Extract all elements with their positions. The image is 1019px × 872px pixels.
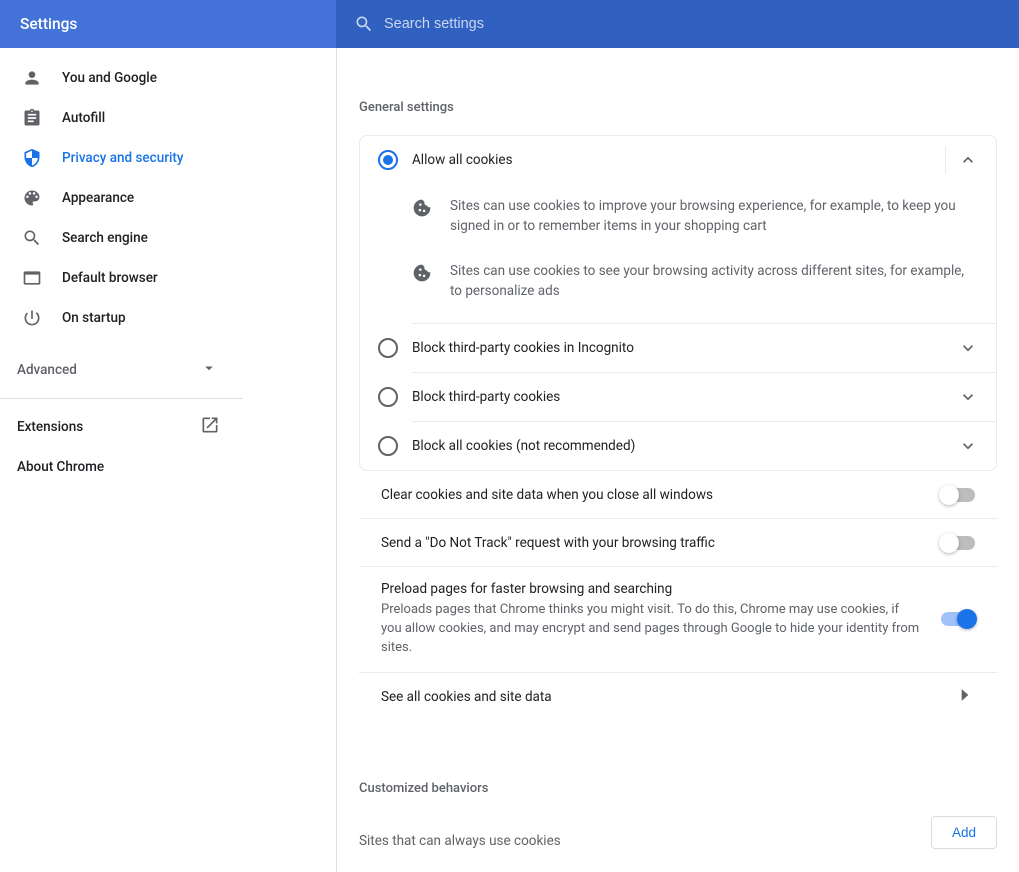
sidebar-item-label: On startup: [62, 310, 126, 326]
row-title: Send a "Do Not Track" request with your …: [381, 535, 921, 551]
about-label: About Chrome: [17, 459, 104, 475]
search-icon: [348, 8, 380, 40]
option-block-3p[interactable]: Block third-party cookies: [360, 373, 996, 421]
radio-icon: [378, 338, 398, 358]
caret-down-icon: [200, 359, 218, 381]
add-button[interactable]: Add: [931, 816, 997, 849]
browser-icon: [22, 268, 42, 288]
option-block-3p-incognito[interactable]: Block third-party cookies in Incognito: [360, 324, 996, 372]
row-title: Clear cookies and site data when you clo…: [381, 487, 921, 503]
sidebar-item-appearance[interactable]: Appearance: [0, 178, 246, 218]
chevron-down-icon[interactable]: [958, 387, 978, 407]
dnt-row[interactable]: Send a "Do Not Track" request with your …: [359, 519, 997, 567]
app-header: Settings: [0, 0, 1019, 48]
advanced-label: Advanced: [17, 362, 77, 378]
palette-icon: [22, 188, 42, 208]
option-block-all[interactable]: Block all cookies (not recommended): [360, 422, 996, 470]
search-input[interactable]: [384, 16, 1019, 32]
power-icon: [22, 308, 42, 328]
detail-text: Sites can use cookies to see your browsi…: [450, 261, 978, 302]
row-subtitle: Preloads pages that Chrome thinks you mi…: [381, 601, 921, 658]
sidebar-advanced[interactable]: Advanced: [0, 350, 240, 390]
detail-text: Sites can use cookies to improve your br…: [450, 196, 978, 237]
sidebar-item-you-and-google[interactable]: You and Google: [0, 58, 246, 98]
shield-icon: [22, 148, 42, 168]
app-title: Settings: [20, 15, 77, 33]
cookie-options-panel: Allow all cookies Sites can use cookies …: [359, 135, 997, 471]
divider: [945, 146, 946, 174]
preload-row[interactable]: Preload pages for faster browsing and se…: [359, 567, 997, 673]
site-row: [*.]dynamics.com Including third-party c…: [359, 863, 997, 872]
radio-icon: [378, 387, 398, 407]
sidebar-item-privacy[interactable]: Privacy and security: [0, 138, 246, 178]
sidebar-item-on-startup[interactable]: On startup: [0, 298, 246, 338]
clipboard-icon: [22, 108, 42, 128]
search-bar[interactable]: [336, 0, 1019, 48]
option-label: Block third-party cookies: [412, 389, 958, 405]
sidebar: You and Google Autofill Privacy and secu…: [0, 48, 337, 872]
sidebar-item-search-engine[interactable]: Search engine: [0, 218, 246, 258]
sites-always-header: Sites that can always use cookies Add: [359, 816, 997, 863]
sidebar-item-extensions[interactable]: Extensions: [0, 407, 240, 447]
toggle-dnt[interactable]: [941, 536, 975, 550]
search-icon: [22, 228, 42, 248]
row-title: Preload pages for faster browsing and se…: [381, 581, 921, 597]
radio-icon: [378, 150, 398, 170]
sidebar-item-default-browser[interactable]: Default browser: [0, 258, 246, 298]
sidebar-item-label: Appearance: [62, 190, 134, 206]
sidebar-item-label: Search engine: [62, 230, 148, 246]
see-all-cookies-row[interactable]: See all cookies and site data: [359, 673, 997, 721]
cookie-icon: [412, 198, 432, 218]
sites-always-label: Sites that can always use cookies: [359, 833, 561, 849]
chevron-down-icon[interactable]: [958, 436, 978, 456]
option-allow-all-cookies[interactable]: Allow all cookies: [360, 136, 996, 184]
sidebar-item-label: You and Google: [62, 70, 157, 86]
toggle-preload[interactable]: [941, 612, 975, 626]
sidebar-item-label: Privacy and security: [62, 150, 184, 166]
option-label: Block all cookies (not recommended): [412, 438, 958, 454]
person-icon: [22, 68, 42, 88]
toggle-clear-on-close[interactable]: [941, 488, 975, 502]
content-area: General settings Allow all cookies Sites…: [337, 48, 1019, 872]
header-title-area: Settings: [0, 0, 336, 48]
sidebar-item-about[interactable]: About Chrome: [0, 447, 240, 487]
arrow-right-icon: [955, 685, 975, 709]
option-label: Allow all cookies: [412, 152, 933, 168]
option-label: Block third-party cookies in Incognito: [412, 340, 958, 356]
general-settings-title: General settings: [359, 48, 997, 135]
row-title: See all cookies and site data: [381, 689, 955, 705]
radio-icon: [378, 436, 398, 456]
customized-behaviors-title: Customized behaviors: [359, 721, 997, 816]
divider: [0, 398, 243, 399]
open-in-new-icon: [200, 415, 220, 439]
cookie-icon: [412, 263, 432, 283]
sidebar-item-label: Default browser: [62, 270, 158, 286]
chevron-up-icon[interactable]: [958, 150, 978, 170]
sidebar-item-label: Autofill: [62, 110, 105, 126]
clear-cookies-on-close-row[interactable]: Clear cookies and site data when you clo…: [359, 471, 997, 519]
sidebar-item-autofill[interactable]: Autofill: [0, 98, 246, 138]
chevron-down-icon[interactable]: [958, 338, 978, 358]
option-detail-2: Sites can use cookies to see your browsi…: [360, 255, 996, 324]
extensions-label: Extensions: [17, 419, 83, 435]
option-detail-1: Sites can use cookies to improve your br…: [360, 184, 996, 255]
